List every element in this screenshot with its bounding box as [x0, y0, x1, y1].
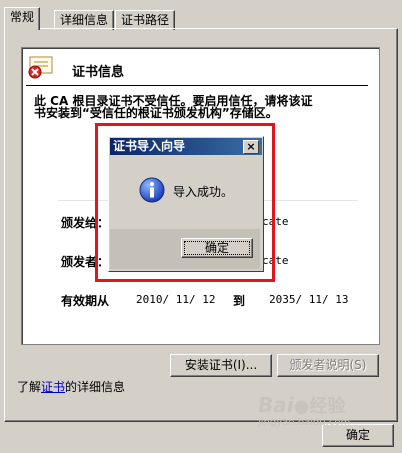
tab-details[interactable]: 详细信息: [54, 10, 115, 30]
header-divider: [26, 85, 368, 86]
baidu-watermark: Bai●经验: [258, 392, 345, 418]
dialog-titlebar[interactable]: 证书导入向导 ×: [110, 138, 262, 155]
learn-more-prefix: 了解: [17, 380, 42, 394]
tab-general[interactable]: 常规: [4, 7, 41, 30]
dialog-title: 证书导入向导: [113, 139, 186, 153]
issuer-statement-button[interactable]: 颁发者说明(S): [277, 354, 379, 377]
dialog-ok-button[interactable]: 确定: [181, 238, 253, 258]
untrusted-warning-line2: 书安装到“受信任的根证书颁发机构”存储区。: [34, 106, 278, 120]
tab-cert-path[interactable]: 证书路径: [115, 10, 176, 30]
close-button[interactable]: ×: [243, 140, 259, 154]
valid-from-label: 有效期从: [61, 294, 110, 308]
import-success-dialog: 证书导入向导 × 导入成功。 确定: [108, 136, 264, 272]
paw-icon: ●: [293, 396, 310, 417]
learn-more-text: 了解证书的详细信息: [17, 378, 125, 395]
install-certificate-button[interactable]: 安装证书(I)...: [170, 354, 272, 377]
learn-more-suffix: 的详细信息: [65, 380, 126, 394]
valid-from-date: 2010/ 11/ 12: [136, 293, 216, 306]
cert-info-header: 证书信息: [72, 65, 125, 80]
close-icon: ×: [246, 140, 256, 153]
watermark-brand: Bai: [258, 393, 294, 417]
certificate-icon: [26, 55, 54, 81]
watermark-url: jingyan.baidu.com: [258, 417, 351, 428]
valid-to-date: 2035/ 11/ 13: [269, 293, 349, 306]
watermark-brand2: 经验: [309, 396, 346, 417]
info-icon: [139, 177, 165, 203]
valid-to-label: 到: [233, 294, 246, 308]
certificate-link[interactable]: 证书: [41, 380, 65, 394]
dialog-message: 导入成功。: [173, 185, 234, 199]
